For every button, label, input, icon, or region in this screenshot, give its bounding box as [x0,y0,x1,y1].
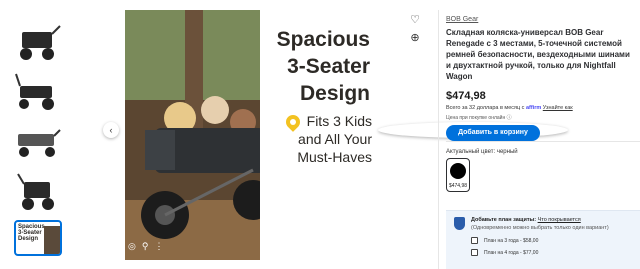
thumbnail-3[interactable] [14,120,62,164]
section-divider [446,141,640,142]
thumbnail-photo [44,226,60,254]
previous-image-button[interactable]: ‹ [103,122,119,138]
zoom-tool-icon[interactable]: ⚲ [142,241,149,252]
online-price-note: Цена при покупке онлайн ⓘ [446,114,636,121]
gallery-headline: Spacious 3-Seater Design [258,26,370,107]
product-price: $474,98 [446,90,486,102]
online-price-text: Цена при покупке онлайн [446,115,506,121]
financing-learn-link[interactable]: Узнайте как [543,105,573,111]
product-details: BOB Gear Складная коляска-универсал BOB … [446,16,636,141]
protection-option-4yr[interactable]: План на 4 года - $77,00 [471,249,538,256]
financing-line: Всего за 32 доллара в месяц с affirm Узн… [446,105,636,111]
option-label: План на 4 года - $77,00 [484,249,539,256]
more-icon[interactable]: ⋮ [154,241,163,252]
protection-plan-panel: Добавьте план защиты: Что покрывается (О… [446,210,640,269]
camera-icon[interactable]: ◎ [128,241,136,252]
checkbox[interactable] [471,237,478,244]
protection-subtitle: (Одновременно можно выбрать только один … [471,225,609,231]
product-page: Spacious 3-Seater Design ‹ ◎ ⚲ ⋮ Spaciou… [0,0,640,269]
feature-text: Fits 3 Kids and All Your Must-Haves [297,113,372,165]
option-label: План на 3 года - $58,00 [484,237,539,244]
thumbnail-2[interactable] [14,70,62,114]
protection-title-text: Добавьте план защиты: [471,217,537,223]
add-to-cart-button[interactable]: Добавить в корзину [446,125,540,141]
thumbnail-1[interactable] [14,20,62,64]
protection-title: Добавьте план защиты: Что покрывается [471,217,581,223]
column-divider [438,10,439,269]
thumbnail-4[interactable] [14,170,62,214]
heart-icon[interactable]: ♡ [407,12,423,28]
shield-icon [454,217,465,230]
color-dot [450,163,466,179]
brand-link[interactable]: BOB Gear [446,16,636,23]
thumbnail-headline: Spacious 3-Seater Design [18,224,45,242]
zoom-icon[interactable]: ⊕ [407,30,423,46]
checkbox[interactable] [471,249,478,256]
affirm-logo: affirm [525,105,542,111]
coverage-link[interactable]: Что покрывается [538,217,581,223]
thumbnail-5-selected[interactable]: Spacious 3-Seater Design [14,220,62,256]
image-tools: ◎ ⚲ ⋮ [128,241,163,252]
financing-text: Всего за 32 доллара в месяц с [446,105,525,111]
color-label: Актуальный цвет: черный [446,149,518,155]
headline-line-2: 3-Seater [287,55,370,78]
product-title: Складная коляска-универсал BOB Gear Rene… [446,28,630,81]
info-icon[interactable]: ⓘ [507,115,512,121]
headline-line-3: Design [299,82,370,105]
color-swatch-black[interactable]: $474,98 [446,158,470,192]
product-photo [125,10,260,260]
swatch-price: $474,98 [448,183,468,189]
thumbnail-strip: Spacious 3-Seater Design [14,20,66,262]
protection-option-3yr[interactable]: План на 3 года - $58,00 [471,237,538,244]
headline-line-1: Spacious [276,28,370,51]
